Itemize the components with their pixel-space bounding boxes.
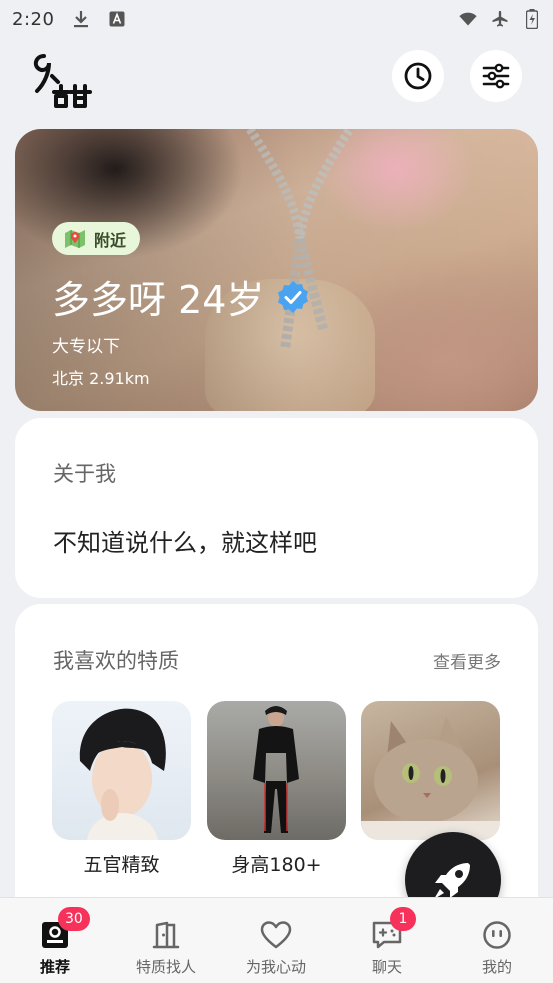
recommend-icon: 30 — [38, 907, 90, 952]
header — [0, 40, 553, 118]
about-card: 关于我 不知道说什么，就这样吧 — [15, 418, 538, 598]
profile-education: 大专以下 — [52, 337, 120, 357]
profile-card[interactable]: 附近 多多呀 24岁 大专以下 北京 2.91km — [15, 129, 538, 411]
profile-face-icon — [480, 918, 514, 952]
download-icon — [72, 10, 90, 28]
heart-icon — [259, 918, 293, 952]
trait-image — [361, 701, 500, 840]
nearby-tag-label: 附近 — [94, 230, 127, 250]
profile-name-age: 多多呀 24岁 — [52, 269, 310, 324]
trait-item[interactable]: 五官精致 — [52, 701, 191, 877]
about-title: 关于我 — [53, 462, 116, 486]
status-bar: 2:20 — [0, 0, 553, 38]
nav-label: 聊天 — [371, 958, 402, 976]
filter-icon — [482, 63, 510, 89]
history-button[interactable] — [392, 50, 444, 102]
filter-button[interactable] — [470, 50, 522, 102]
nav-badge: 1 — [390, 907, 416, 931]
about-text: 不知道说什么，就这样吧 — [53, 529, 317, 557]
history-icon — [404, 62, 432, 90]
chat-icon: 1 — [370, 907, 416, 952]
trait-image — [207, 701, 346, 840]
nav-item-chat[interactable]: 1 聊天 — [332, 898, 442, 983]
battery-charging-icon — [523, 9, 541, 29]
nav-item-recommend[interactable]: 30 推荐 — [0, 898, 110, 983]
nearby-tag: 附近 — [52, 222, 141, 255]
nav-label: 我的 — [481, 958, 512, 976]
traits-title: 我喜欢的特质 — [53, 649, 179, 673]
nav-label: 推荐 — [39, 958, 70, 976]
trait-label: 身高180+ — [231, 854, 322, 876]
trait-label: 五官精致 — [83, 854, 160, 876]
bottom-nav: 30 推荐 特质找人 为我心动 1 聊天 我的 — [0, 897, 553, 983]
wifi-icon — [459, 10, 477, 28]
airplane-mode-icon — [491, 10, 509, 28]
app-logo — [30, 48, 100, 108]
text-a-icon — [108, 10, 126, 28]
nav-item-liked-me[interactable]: 为我心动 — [221, 898, 331, 983]
nav-item-mine[interactable]: 我的 — [442, 898, 552, 983]
trait-item[interactable]: 身高180+ — [207, 701, 346, 877]
verified-icon — [278, 280, 309, 313]
trait-image — [52, 701, 191, 840]
profile-name-text: 多多呀 24岁 — [52, 278, 265, 322]
door-icon — [149, 918, 183, 952]
nav-badge: 30 — [58, 907, 90, 931]
nav-label: 为我心动 — [245, 958, 306, 976]
nav-item-trait-search[interactable]: 特质找人 — [111, 898, 221, 983]
profile-location: 北京 2.91km — [52, 369, 150, 388]
nav-label: 特质找人 — [135, 958, 196, 976]
map-icon — [65, 229, 85, 248]
status-time: 2:20 — [12, 8, 55, 30]
traits-more-link[interactable]: 查看更多 — [433, 648, 501, 673]
